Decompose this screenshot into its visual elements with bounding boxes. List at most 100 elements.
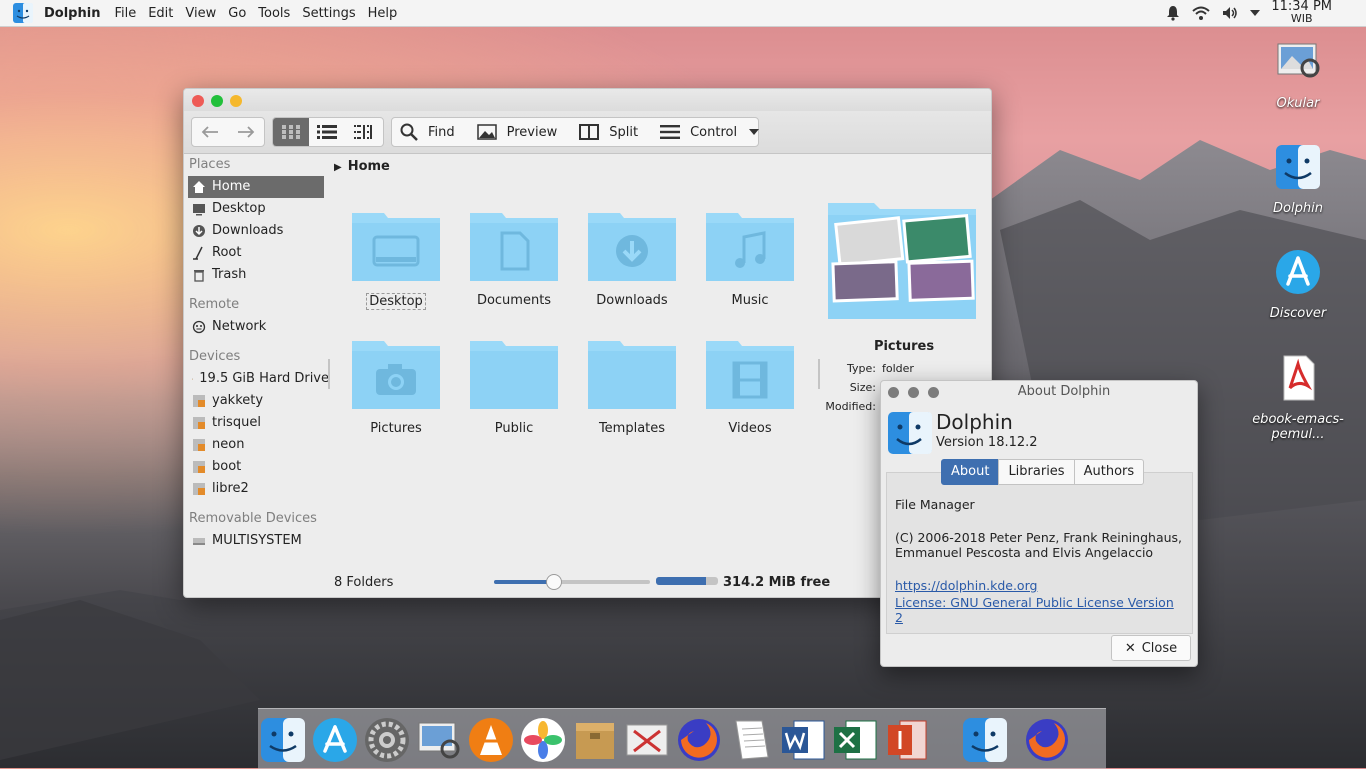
volume-icon[interactable] <box>1221 5 1239 21</box>
menu-go[interactable]: Go <box>228 6 246 21</box>
screenshot-icon[interactable] <box>624 717 670 763</box>
text-editor-icon[interactable] <box>728 717 774 763</box>
clock[interactable]: 11:34 PM WIB <box>1271 0 1332 25</box>
about-minimize-dot[interactable] <box>928 387 939 398</box>
folder-pictures[interactable]: Pictures <box>341 337 451 436</box>
about-maximize-dot[interactable] <box>908 387 919 398</box>
menu-tools[interactable]: Tools <box>258 6 290 21</box>
notification-bell-icon[interactable] <box>1165 5 1181 21</box>
sidebar-item-label: Trash <box>212 267 247 282</box>
about-copyright-line2: Emmanuel Pescosta and Elvis Angelaccio <box>895 545 1154 560</box>
sidebar-item-device[interactable]: trisquel <box>184 412 329 434</box>
excel-icon[interactable] <box>832 717 878 763</box>
split-view-icon <box>579 124 600 140</box>
folder-label: Videos <box>728 421 772 436</box>
sidebar-item-device[interactable]: yakkety <box>184 390 329 412</box>
license-link[interactable]: License: GNU General Public License Vers… <box>895 595 1185 625</box>
impress-icon[interactable] <box>884 717 930 763</box>
desktop-icon-label: Discover <box>1269 306 1327 321</box>
tab-about[interactable]: About <box>941 459 1000 485</box>
folder-documents[interactable]: Documents <box>459 209 569 308</box>
sidebar-item-downloads[interactable]: Downloads <box>184 220 329 242</box>
find-button[interactable]: Find <box>392 118 463 146</box>
close-button[interactable]: ✕ Close <box>1111 635 1191 661</box>
sidebar-item-home[interactable]: Home <box>188 176 324 198</box>
menu-file[interactable]: File <box>114 6 136 21</box>
vlc-icon[interactable] <box>468 717 514 763</box>
close-window-button[interactable] <box>192 95 204 107</box>
sidebar-item-device[interactable]: 19.5 GiB Hard Drive <box>184 368 329 390</box>
folder-templates[interactable]: Templates <box>577 337 687 436</box>
system-tray: 11:34 PM WIB <box>1165 0 1366 26</box>
menu-view[interactable]: View <box>185 6 216 21</box>
sidebar-item-network[interactable]: Network <box>184 316 329 338</box>
folder-public[interactable]: Public <box>459 337 569 436</box>
dolphin-icon[interactable] <box>962 717 1008 763</box>
devices-section-title: Devices <box>189 349 241 364</box>
forward-button[interactable] <box>228 118 264 146</box>
finder-icon[interactable] <box>260 717 306 763</box>
system-settings-icon[interactable] <box>364 717 410 763</box>
sidebar-item-desktop[interactable]: Desktop <box>184 198 329 220</box>
desktop-icon-pdf[interactable]: ebook-emacs- pemul... <box>1248 354 1348 442</box>
sidebar-item-device[interactable]: neon <box>184 434 329 456</box>
sidebar-item-device[interactable]: boot <box>184 456 329 478</box>
control-button[interactable]: Control <box>652 118 767 146</box>
desktop-icon-label: Dolphin <box>1273 201 1323 216</box>
back-button[interactable] <box>192 118 228 146</box>
grid-view-icon <box>282 125 300 139</box>
info-type-value: folder <box>882 362 914 375</box>
about-close-dot[interactable] <box>888 387 899 398</box>
folder-downloads[interactable]: Downloads <box>577 209 687 308</box>
firefox-icon[interactable] <box>1024 717 1070 763</box>
folder-music[interactable]: Music <box>695 209 805 308</box>
desktop-icon-discover[interactable]: Discover <box>1248 248 1348 321</box>
homepage-link[interactable]: https://dolphin.kde.org <box>895 578 1185 593</box>
sidebar-item-label: neon <box>212 437 245 452</box>
sidebar-item-root[interactable]: Root <box>184 242 329 264</box>
maximize-window-button[interactable] <box>211 95 223 107</box>
about-titlebar[interactable]: About Dolphin <box>881 381 1197 403</box>
sidebar-item-device[interactable]: libre2 <box>184 478 329 500</box>
breadcrumb-home[interactable]: Home <box>348 159 390 174</box>
public-folder-icon <box>470 341 558 409</box>
desktop-icon-okular[interactable]: Okular <box>1248 38 1348 111</box>
archive-icon[interactable] <box>572 717 618 763</box>
menu-help[interactable]: Help <box>368 6 398 21</box>
wifi-icon[interactable] <box>1191 5 1211 21</box>
folder-videos[interactable]: Videos <box>695 337 805 436</box>
zoom-slider-handle[interactable] <box>546 574 563 590</box>
preview-button[interactable]: Preview <box>469 118 566 146</box>
zoom-slider[interactable] <box>494 574 650 590</box>
menubar-app-name[interactable]: Dolphin <box>44 6 100 21</box>
icons-view-button[interactable] <box>273 118 309 146</box>
sidebar-item-trash[interactable]: Trash <box>184 264 329 286</box>
sidebar-item-label: yakkety <box>212 393 264 408</box>
menu-edit[interactable]: Edit <box>148 6 173 21</box>
split-button[interactable]: Split <box>571 118 646 146</box>
tab-authors[interactable]: Authors <box>1073 459 1145 485</box>
window-titlebar[interactable] <box>184 89 991 111</box>
arrow-left-icon <box>201 126 218 138</box>
image-viewer-icon[interactable] <box>416 717 462 763</box>
sidebar-splitter[interactable] <box>328 359 330 389</box>
top-menubar: Dolphin File Edit View Go Tools Settings… <box>0 0 1366 27</box>
firefox-icon[interactable] <box>676 717 722 763</box>
compact-view-button[interactable] <box>345 118 381 146</box>
details-view-button[interactable] <box>309 118 345 146</box>
sidebar-item-multisystem[interactable]: MULTISYSTEM <box>184 530 329 552</box>
sidebar-item-label: boot <box>212 459 242 474</box>
app-store-icon[interactable] <box>312 717 358 763</box>
breadcrumb[interactable]: ▶ Home <box>334 159 390 174</box>
tab-libraries[interactable]: Libraries <box>998 459 1075 485</box>
desktop-icon <box>193 204 205 216</box>
minimize-window-button[interactable] <box>230 95 242 107</box>
dolphin-app-icon[interactable] <box>12 2 34 24</box>
folder-label: Downloads <box>596 293 668 308</box>
menu-settings[interactable]: Settings <box>302 6 355 21</box>
chevron-down-icon[interactable] <box>1249 8 1261 18</box>
photos-icon[interactable] <box>520 717 566 763</box>
desktop-icon-dolphin[interactable]: Dolphin <box>1248 143 1348 216</box>
word-icon[interactable] <box>780 717 826 763</box>
folder-desktop[interactable]: Desktop <box>341 209 451 310</box>
